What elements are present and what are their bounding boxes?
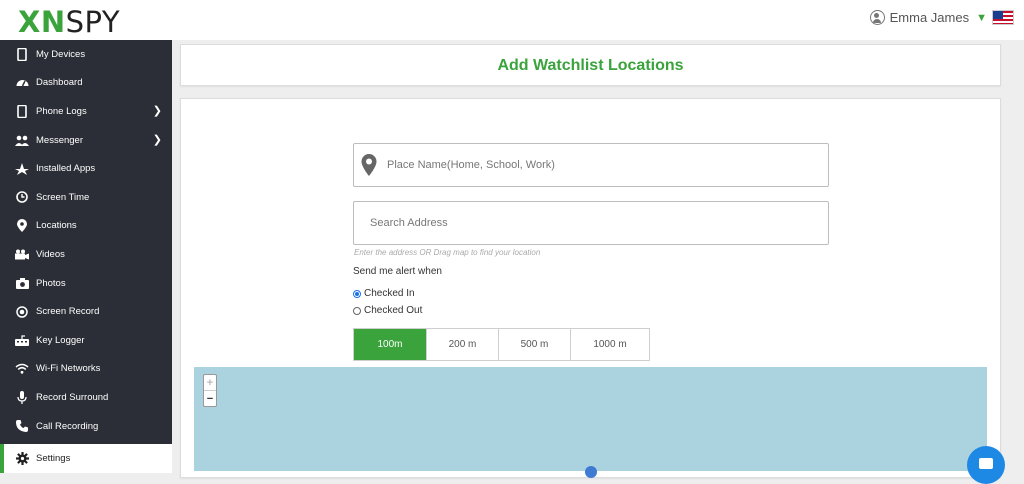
sidebar-item-label: Locations — [36, 220, 77, 232]
page-title-panel: Add Watchlist Locations — [180, 44, 1001, 86]
radio-checked-in[interactable]: Checked In — [353, 288, 415, 299]
radio-label: Checked In — [364, 288, 415, 299]
place-name-input[interactable]: Place Name(Home, School, Work) — [353, 143, 829, 187]
sidebar-item-label: Installed Apps — [36, 163, 96, 175]
sidebar-item-installed-apps[interactable]: Installed Apps — [0, 154, 172, 183]
map-location-marker[interactable] — [585, 466, 597, 478]
sidebar-item-label: Screen Record — [36, 306, 100, 318]
sidebar-item-label: Record Surround — [36, 391, 109, 403]
radius-option-200m[interactable]: 200 m — [427, 329, 499, 360]
us-flag-icon[interactable] — [992, 10, 1014, 25]
sidebar: My Devices Dashboard Phone Logs ❯ Messen… — [0, 40, 172, 473]
top-bar: XNSPY Emma James ▼ — [0, 0, 1024, 40]
chevron-right-icon: ❯ — [152, 105, 162, 118]
chat-bubble-icon — [979, 458, 993, 469]
search-address-input[interactable]: Search Address — [353, 201, 829, 245]
sidebar-item-label: Videos — [36, 248, 65, 260]
sidebar-item-screen-record[interactable]: Screen Record — [0, 297, 172, 326]
people-icon — [15, 133, 29, 147]
place-name-placeholder: Place Name(Home, School, Work) — [387, 159, 555, 171]
sidebar-item-settings[interactable]: Settings — [0, 444, 172, 473]
radius-option-1000m[interactable]: 1000 m — [571, 329, 649, 360]
user-avatar-icon — [869, 10, 885, 25]
search-address-placeholder: Search Address — [370, 217, 448, 229]
sidebar-item-label: Key Logger — [36, 334, 85, 346]
location-pin-icon — [361, 154, 377, 176]
radio-label: Checked Out — [364, 305, 423, 316]
sidebar-item-phone-logs[interactable]: Phone Logs ❯ — [0, 97, 172, 126]
sidebar-item-photos[interactable]: Photos — [0, 269, 172, 298]
sidebar-item-call-recording[interactable]: Call Recording — [0, 412, 172, 441]
sidebar-item-label: Call Recording — [36, 420, 99, 432]
dashboard-icon — [15, 76, 29, 90]
sidebar-item-label: Screen Time — [36, 191, 90, 203]
call-icon — [15, 419, 29, 433]
address-hint: Enter the address OR Drag map to find yo… — [354, 248, 541, 257]
apps-icon — [15, 162, 29, 176]
phone-icon — [15, 104, 29, 118]
sidebar-item-label: Photos — [36, 277, 66, 289]
radius-option-500m[interactable]: 500 m — [499, 329, 571, 360]
sidebar-item-label: Phone Logs — [36, 105, 87, 117]
sidebar-item-screen-time[interactable]: Screen Time — [0, 183, 172, 212]
sidebar-item-videos[interactable]: Videos — [0, 240, 172, 269]
chat-support-button[interactable] — [967, 446, 1005, 484]
sidebar-item-locations[interactable]: Locations — [0, 212, 172, 241]
sidebar-item-key-logger[interactable]: Key Logger — [0, 326, 172, 355]
sidebar-item-label: My Devices — [36, 48, 86, 60]
radio-button-selected[interactable] — [353, 289, 361, 298]
camera-icon — [15, 276, 29, 290]
sidebar-item-messenger[interactable]: Messenger ❯ — [0, 126, 172, 155]
caret-down-icon: ▼ — [976, 11, 987, 24]
zoom-out-button[interactable]: − — [204, 391, 216, 407]
xnspy-logo[interactable]: XNSPY — [18, 5, 120, 39]
page-title: Add Watchlist Locations — [497, 57, 684, 74]
wifi-icon — [15, 362, 29, 376]
video-icon — [15, 247, 29, 261]
zoom-in-button[interactable]: + — [204, 375, 216, 391]
radio-checked-out[interactable]: Checked Out — [353, 305, 422, 316]
sidebar-item-record-surround[interactable]: Record Surround — [0, 383, 172, 412]
map-view[interactable] — [194, 367, 987, 471]
sidebar-item-dashboard[interactable]: Dashboard — [0, 69, 172, 98]
logo-text: SPY — [65, 5, 121, 39]
keyboard-icon — [15, 333, 29, 347]
radio-button[interactable] — [353, 306, 361, 315]
sidebar-item-label: Wi-Fi Networks — [36, 363, 101, 375]
pin-icon — [15, 219, 29, 233]
alert-label: Send me alert when — [353, 266, 442, 277]
record-icon — [15, 305, 29, 319]
chevron-right-icon: ❯ — [152, 133, 162, 146]
logo-accent: XN — [18, 5, 66, 39]
radius-option-100m[interactable]: 100m — [354, 329, 427, 360]
sidebar-item-label: Messenger — [36, 134, 83, 146]
sidebar-item-wifi-networks[interactable]: Wi-Fi Networks — [0, 355, 172, 384]
phone-icon — [15, 47, 29, 61]
mic-icon — [15, 390, 29, 404]
map-zoom-control: + − — [203, 374, 217, 407]
user-menu[interactable]: Emma James ▼ — [869, 10, 1014, 25]
sidebar-item-my-devices[interactable]: My Devices — [0, 40, 172, 69]
clock-icon — [15, 190, 29, 204]
radius-selector: 100m 200 m 500 m 1000 m — [353, 328, 650, 361]
sidebar-item-label: Dashboard — [36, 77, 83, 89]
gear-icon — [15, 452, 29, 466]
user-name: Emma James — [889, 10, 970, 25]
sidebar-item-label: Settings — [36, 453, 71, 465]
